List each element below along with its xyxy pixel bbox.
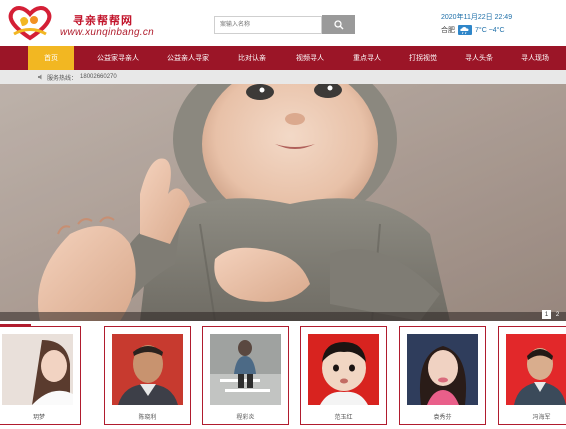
nav-item-key-search[interactable]: 重点寻人 (342, 46, 392, 70)
person-name: 玥梦 (33, 415, 46, 421)
nav-item-live-scene[interactable]: 寻人现场 (510, 46, 560, 70)
person-card[interactable]: 玥梦 (0, 326, 81, 425)
person-photo (506, 334, 566, 405)
cloud-rain-icon (458, 25, 472, 35)
search-icon (333, 19, 343, 29)
hotline-bar: 服务热线： 18002660270 (0, 70, 566, 84)
search-input[interactable] (214, 16, 322, 34)
nav-item-anti-trafficking[interactable]: 打拐视觉 (398, 46, 448, 70)
person-card[interactable]: 陈晓利 (104, 326, 191, 425)
slide-dot-1[interactable]: 1 (542, 310, 551, 319)
main-nav: 首页 公益家寻亲人 公益亲人寻家 比对认亲 视频寻人 重点寻人 打拐视觉 寻人头… (0, 46, 566, 70)
person-card[interactable]: 程彩炎 (202, 326, 289, 425)
key-search-section: 重 点 寻 人 玥梦 陈晓利 (0, 321, 566, 429)
nav-item-compare[interactable]: 比对认亲 (226, 46, 278, 70)
hotline-label: 服务热线： (47, 75, 78, 82)
person-photo (112, 334, 183, 405)
baby-photo (0, 84, 566, 321)
current-datetime: 2020年11月22日 22:49 (441, 14, 513, 21)
search-button[interactable] (322, 15, 355, 34)
weather-widget: 合肥 7°C ~4°C (441, 25, 505, 35)
nav-item-video-search[interactable]: 视频寻人 (284, 46, 336, 70)
person-name: 程彩炎 (236, 415, 255, 421)
site-url[interactable]: www.xunqinbang.cn (60, 27, 154, 38)
nav-item-headlines[interactable]: 寻人头条 (454, 46, 504, 70)
weather-temperature: 7°C ~4°C (475, 26, 505, 34)
person-name: 范玉红 (334, 415, 353, 421)
person-name: 袁秀芬 (433, 415, 452, 421)
person-photo (308, 334, 379, 405)
person-photo (2, 334, 73, 405)
hotline-phone: 18002660270 (80, 74, 117, 80)
nav-item-family-seek-relatives[interactable]: 公益家寻亲人 (84, 46, 152, 70)
slide-pagination: 1 2 (542, 310, 562, 319)
person-name: 陈晓利 (138, 415, 157, 421)
slide-dot-2[interactable]: 2 (553, 310, 562, 319)
weather-city: 合肥 (441, 27, 455, 34)
nav-item-home[interactable]: 首页 (28, 46, 74, 70)
site-name[interactable]: 寻亲帮帮网 (73, 12, 133, 28)
person-name: 冯海军 (532, 415, 551, 421)
person-card[interactable]: 袁秀芬 (399, 326, 486, 425)
speaker-icon (38, 74, 42, 80)
hero-banner[interactable]: 1 2 (0, 84, 566, 321)
site-logo[interactable] (6, 4, 54, 42)
site-header: 寻亲帮帮网 www.xunqinbang.cn 2020年11月22日 22:4… (0, 0, 566, 46)
nav-item-relatives-seek-family[interactable]: 公益亲人寻家 (154, 46, 222, 70)
person-card[interactable]: 冯海军 (498, 326, 566, 425)
person-card[interactable]: 范玉红 (300, 326, 387, 425)
person-photo (407, 334, 478, 405)
person-photo (210, 334, 281, 405)
